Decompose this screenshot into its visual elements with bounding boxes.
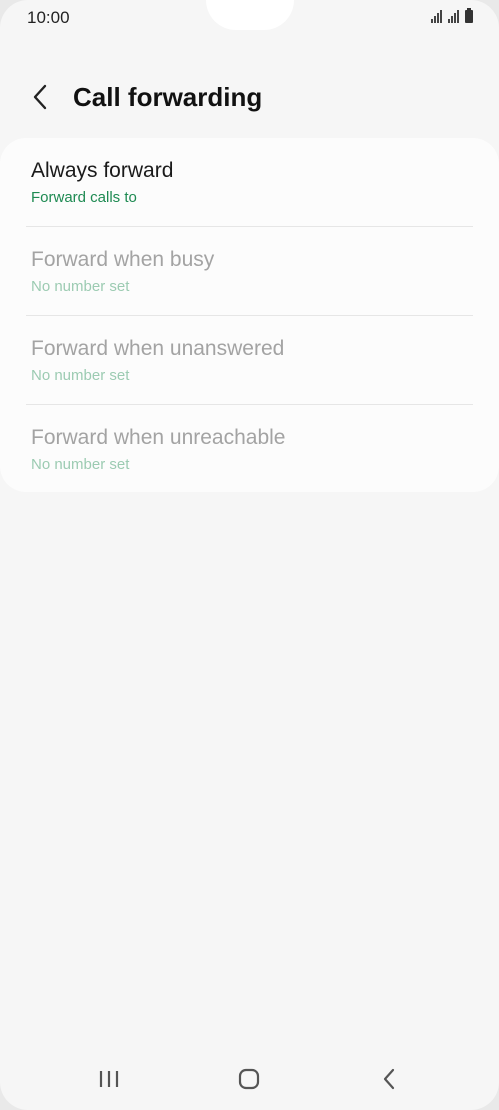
forwarding-options-card: Always forward Forward calls to Forward … [0,138,499,492]
home-button[interactable] [227,1062,271,1096]
option-forward-when-unanswered[interactable]: Forward when unanswered No number set [26,316,473,404]
back-button[interactable] [22,78,60,116]
option-always-forward[interactable]: Always forward Forward calls to [26,138,473,226]
status-icons [431,8,473,23]
option-subtitle: No number set [31,278,130,295]
page-title: Call forwarding [73,82,263,112]
back-nav-button[interactable] [367,1062,411,1096]
option-title: Forward when unanswered [31,337,285,360]
back-icon [383,1068,395,1090]
battery-icon [465,8,473,23]
option-forward-when-unreachable[interactable]: Forward when unreachable No number set [26,405,473,493]
signal-icon [448,10,459,23]
phone-screen: 10:00 Call forwarding Always forward For… [0,0,499,1110]
option-subtitle: No number set [31,456,130,473]
recent-apps-icon [99,1071,119,1087]
status-time: 10:00 [27,8,70,27]
option-title: Always forward [31,159,174,182]
option-title: Forward when unreachable [31,426,286,449]
option-title: Forward when busy [31,248,215,271]
navigation-bar [0,1050,499,1110]
option-subtitle: No number set [31,367,130,384]
status-bar: 10:00 [0,0,499,36]
recent-apps-button[interactable] [87,1062,131,1096]
option-subtitle: Forward calls to [31,189,137,206]
home-icon [238,1068,260,1090]
option-forward-when-busy[interactable]: Forward when busy No number set [26,227,473,315]
chevron-left-icon [33,84,47,110]
app-header: Call forwarding [0,72,499,122]
signal-icon [431,10,442,23]
